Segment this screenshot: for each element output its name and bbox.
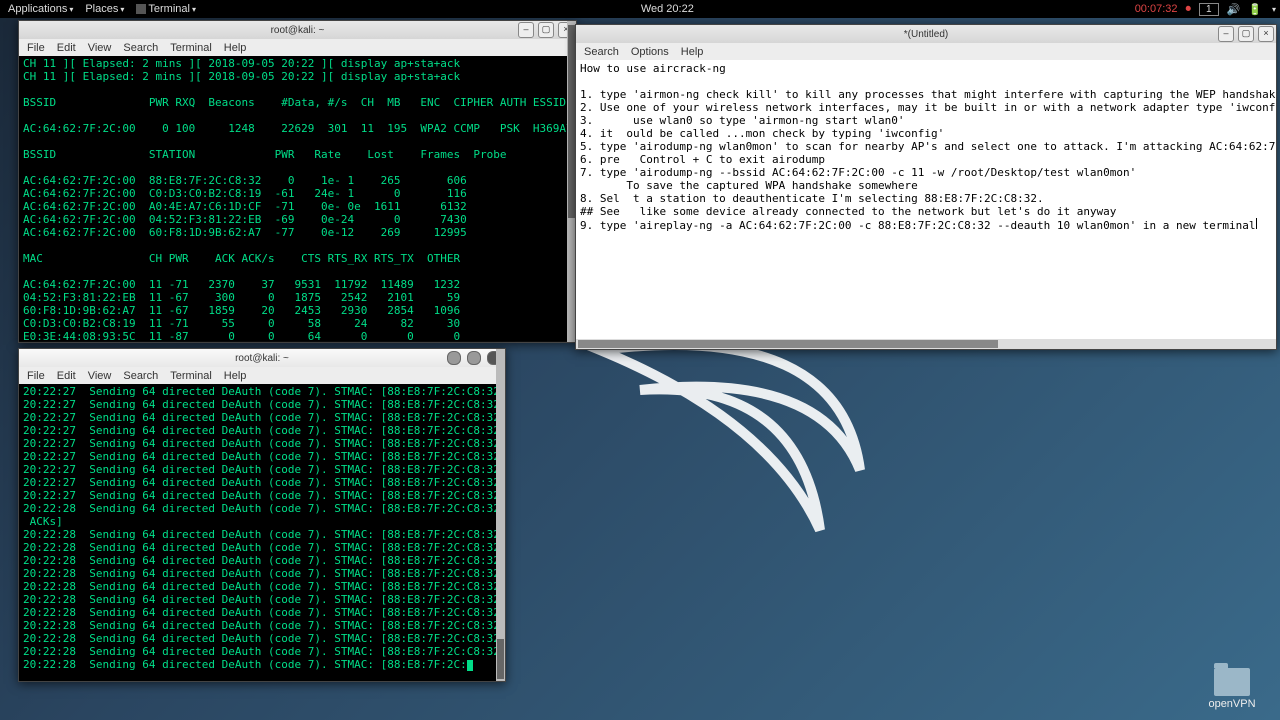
record-icon[interactable]: ⏺ — [1186, 3, 1192, 16]
icon-label: openVPN — [1202, 698, 1262, 710]
battery-icon[interactable]: 🔋 — [1248, 3, 1262, 16]
system-menu-icon[interactable]: ▾ — [1270, 5, 1276, 14]
volume-icon[interactable]: 🔊 — [1227, 3, 1241, 16]
horizontal-scrollbar[interactable] — [576, 339, 1276, 349]
maximize-button[interactable]: ▢ — [1238, 26, 1254, 42]
maximize-button[interactable]: ▢ — [538, 22, 554, 38]
text-editor-window[interactable]: *(Untitled) ‒ ▢ × Search Options Help How … — [575, 24, 1277, 350]
window-title: root@kali: ~ — [19, 353, 505, 364]
menu-view[interactable]: View — [88, 370, 112, 382]
menu-search[interactable]: Search — [123, 42, 158, 54]
minimize-button[interactable]: ‒ — [1218, 26, 1234, 42]
minimize-button[interactable]: ‒ — [518, 22, 534, 38]
menu-file[interactable]: File — [27, 370, 45, 382]
top-panel: Applications▾ Places▾ Terminal▾ Wed 20:2… — [0, 0, 1280, 18]
terminal-window-airodump[interactable]: root@kali: ~ ‒ ▢ × File Edit View Search Ter… — [18, 20, 577, 343]
close-button[interactable]: × — [1258, 26, 1274, 42]
maximize-button[interactable] — [467, 351, 481, 365]
desktop-folder-openvpn[interactable]: openVPN — [1202, 668, 1262, 710]
window-title: *(Untitled) — [576, 29, 1276, 40]
terminal-menubar: File Edit View Search Terminal Help — [19, 39, 576, 56]
scrollbar[interactable] — [496, 349, 505, 681]
menu-file[interactable]: File — [27, 42, 45, 54]
terminal-menubar: File Edit View Search Terminal Help — [19, 367, 505, 384]
menu-terminal[interactable]: Terminal — [170, 370, 212, 382]
folder-icon — [1214, 668, 1250, 696]
terminal-icon — [136, 4, 146, 14]
menu-search[interactable]: Search — [584, 46, 619, 58]
menu-options[interactable]: Options — [631, 46, 669, 58]
screen-recorder-timer[interactable]: 00:07:32 — [1135, 3, 1178, 15]
menu-edit[interactable]: Edit — [57, 42, 76, 54]
terminal-output[interactable]: CH 11 ][ Elapsed: 2 mins ][ 2018-09-05 2… — [19, 56, 576, 341]
titlebar[interactable]: root@kali: ~ — [19, 349, 505, 367]
terminal-window-aireplay[interactable]: root@kali: ~ File Edit View Search Terminal H… — [18, 348, 506, 682]
menu-help[interactable]: Help — [224, 42, 247, 54]
minimize-button[interactable] — [447, 351, 461, 365]
menu-edit[interactable]: Edit — [57, 370, 76, 382]
editor-menubar: Search Options Help — [576, 43, 1276, 60]
menu-applications[interactable]: Applications▾ — [4, 3, 77, 15]
menu-search[interactable]: Search — [123, 370, 158, 382]
wallpaper-logo — [560, 330, 900, 570]
editor-text-area[interactable]: How to use aircrack-ng 1. type 'airmon-n… — [576, 60, 1276, 348]
titlebar[interactable]: root@kali: ~ ‒ ▢ × — [19, 21, 576, 39]
clock[interactable]: Wed 20:22 — [200, 3, 1135, 15]
menu-places[interactable]: Places▾ — [81, 3, 128, 15]
window-title: root@kali: ~ — [19, 25, 576, 36]
workspace-indicator[interactable]: 1 — [1199, 3, 1219, 16]
menu-view[interactable]: View — [88, 42, 112, 54]
menu-terminal[interactable]: Terminal▾ — [132, 3, 200, 15]
menu-terminal[interactable]: Terminal — [170, 42, 212, 54]
terminal-output[interactable]: 20:22:27 Sending 64 directed DeAuth (cod… — [19, 384, 505, 681]
menu-help[interactable]: Help — [224, 370, 247, 382]
titlebar[interactable]: *(Untitled) ‒ ▢ × — [576, 25, 1276, 43]
menu-help[interactable]: Help — [681, 46, 704, 58]
